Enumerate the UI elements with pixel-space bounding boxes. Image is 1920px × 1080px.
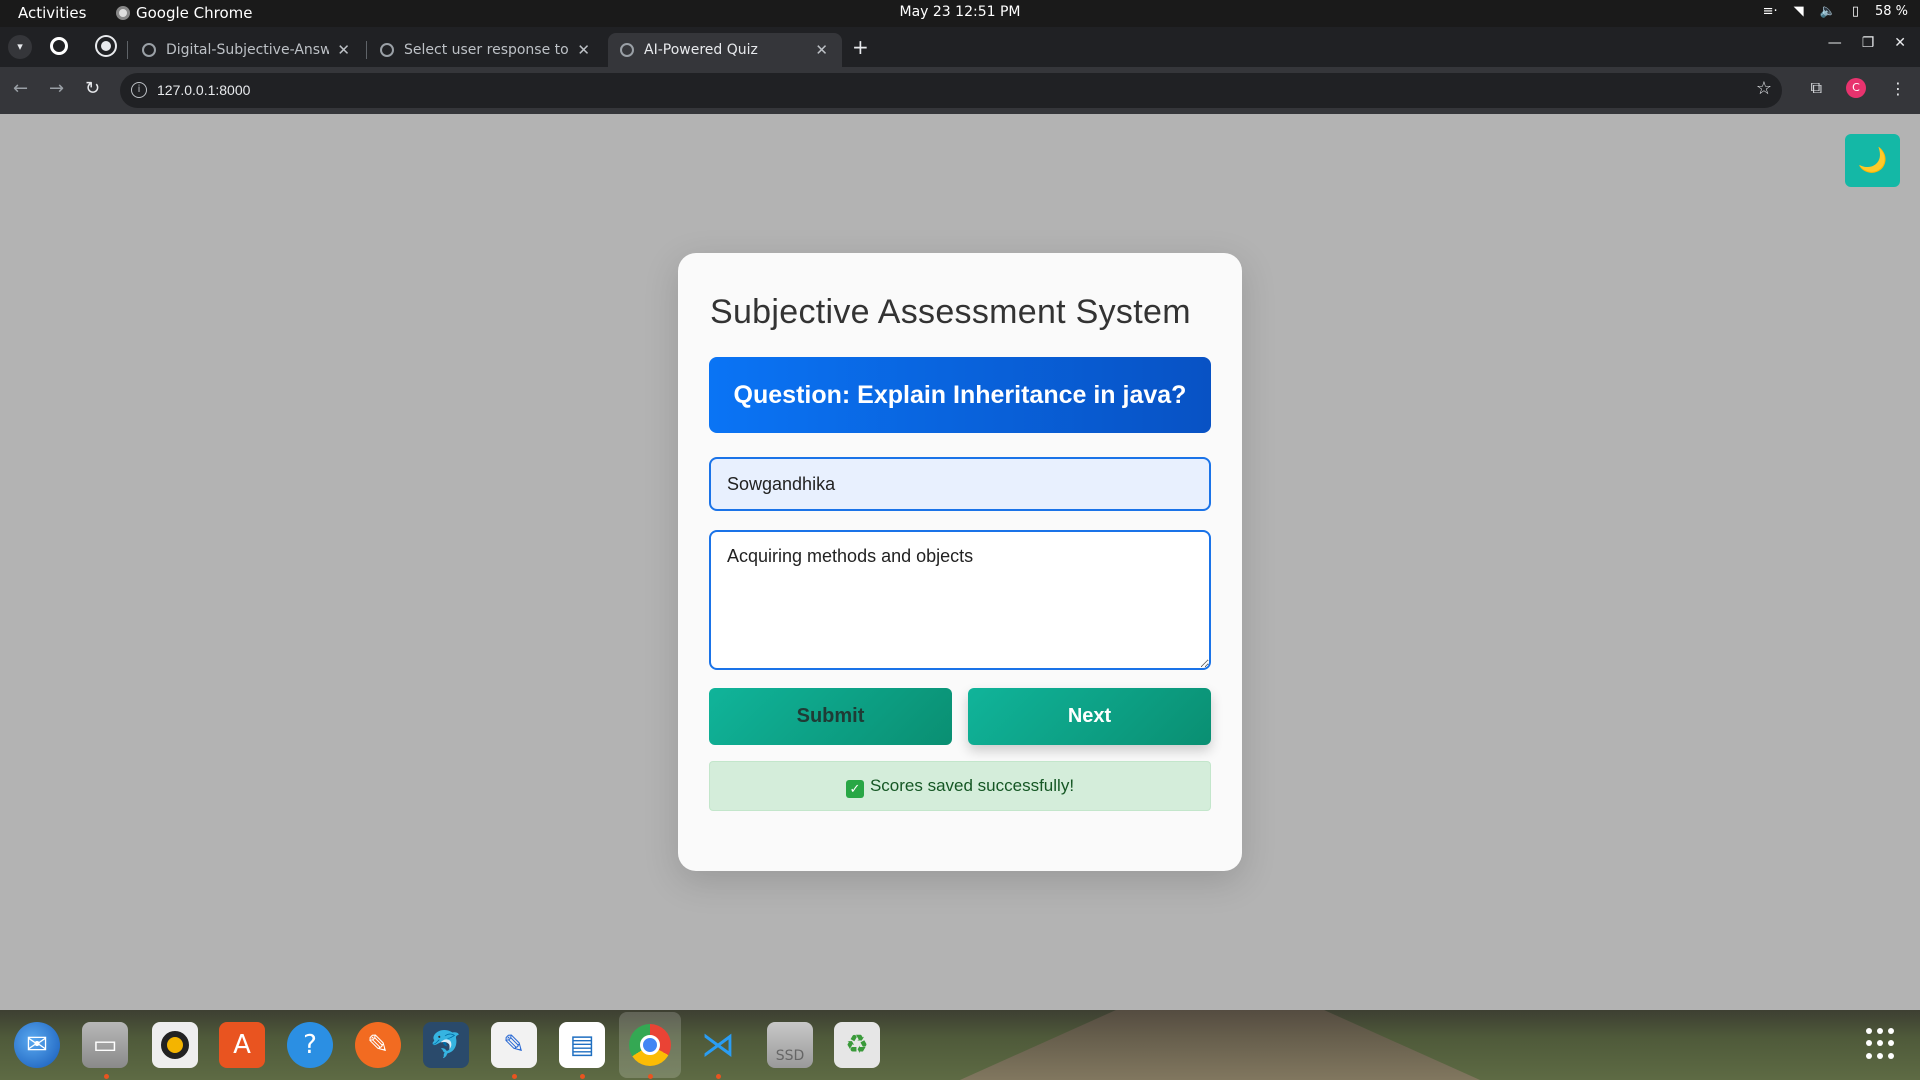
battery-percentage: 58 % xyxy=(1874,4,1908,19)
site-info-icon[interactable]: i xyxy=(131,82,147,98)
maximize-icon[interactable]: ❐ xyxy=(1862,35,1875,51)
tab-ai-powered-quiz[interactable]: AI-Powered Quiz ✕ xyxy=(608,33,842,67)
tab-separator xyxy=(127,41,128,59)
tab-separator xyxy=(366,41,367,59)
battery-icon: ▯ xyxy=(1851,4,1859,19)
browser-tab-strip: ▾ Digital-Subjective-Answe ✕ Select user… xyxy=(0,27,1920,67)
running-indicator xyxy=(580,1074,585,1079)
address-bar[interactable]: i 127.0.0.1:8000 ☆ xyxy=(120,73,1782,108)
system-tray[interactable]: ≡· ◥ 🔈 ▯ 58 % xyxy=(1763,4,1908,19)
thunderbird-icon[interactable]: ✉ xyxy=(14,1022,60,1068)
system-top-bar: Activities Google Chrome May 23 12:51 PM… xyxy=(0,0,1920,27)
chrome-dock-item[interactable] xyxy=(619,1012,681,1078)
extensions-puzzle-icon[interactable]: ⧉ xyxy=(1811,78,1822,98)
answer-textarea[interactable]: Acquiring methods and objects xyxy=(709,530,1211,670)
text-editor-icon[interactable]: ✎ xyxy=(491,1022,537,1068)
running-indicator xyxy=(104,1074,109,1079)
rhythmbox-icon[interactable] xyxy=(152,1022,198,1068)
page-viewport: 🌙 Subjective Assessment System Question:… xyxy=(0,114,1920,1010)
page-title: Subjective Assessment System xyxy=(710,293,1191,331)
globe-icon xyxy=(380,43,394,57)
close-tab-icon[interactable]: ✕ xyxy=(815,41,828,59)
forward-icon[interactable]: → xyxy=(49,78,64,99)
help-icon[interactable]: ? xyxy=(287,1022,333,1068)
libreoffice-writer-icon[interactable]: ▤ xyxy=(559,1022,605,1068)
profile-avatar[interactable]: C xyxy=(1846,78,1866,98)
minimize-icon[interactable]: — xyxy=(1828,35,1842,51)
back-icon[interactable]: ← xyxy=(13,78,28,99)
dock: ✉ ▭ A ? ✎ 🐬 ✎ ▤ ⋊ SSD ♻ xyxy=(0,1010,1920,1080)
tab-title: Select user response to xyxy=(404,42,569,58)
question-banner: Question: Explain Inheritance in java? xyxy=(709,357,1211,433)
reload-icon[interactable]: ↻ xyxy=(85,78,100,99)
more-menu-icon[interactable]: ⋮ xyxy=(1890,79,1906,98)
close-tab-icon[interactable]: ✕ xyxy=(337,41,350,59)
next-button[interactable]: Next xyxy=(968,688,1211,745)
app-center-icon[interactable]: A xyxy=(219,1022,265,1068)
trash-icon[interactable]: ♻ xyxy=(834,1022,880,1068)
running-indicator xyxy=(716,1074,721,1079)
status-text: Scores saved successfully! xyxy=(869,776,1075,795)
chrome-icon xyxy=(629,1024,671,1066)
toolbar-actions: ⧉ C ⋮ xyxy=(1811,78,1906,98)
running-indicator xyxy=(648,1074,653,1079)
running-indicator xyxy=(512,1074,517,1079)
pinned-tab-google[interactable] xyxy=(50,37,68,55)
student-name-input[interactable] xyxy=(709,457,1211,511)
app-menu-label: Google Chrome xyxy=(136,4,253,22)
wifi-icon: ◥ xyxy=(1793,4,1804,19)
files-icon[interactable]: ▭ xyxy=(82,1022,128,1068)
bookmark-star-icon[interactable]: ☆ xyxy=(1756,78,1772,99)
tab-title: AI-Powered Quiz xyxy=(644,42,758,58)
window-controls: — ❐ ✕ xyxy=(1828,35,1906,51)
quiz-card: Subjective Assessment System Question: E… xyxy=(678,253,1242,871)
new-tab-icon[interactable]: + xyxy=(852,35,869,59)
tab-digital-subjective[interactable]: Digital-Subjective-Answe ✕ xyxy=(130,33,364,67)
tab-title: Digital-Subjective-Answe xyxy=(166,42,330,58)
pinned-tab-github[interactable] xyxy=(97,37,115,55)
mysql-workbench-icon[interactable]: 🐬 xyxy=(423,1022,469,1068)
status-message: ✓ Scores saved successfully! xyxy=(709,761,1211,811)
vscode-icon[interactable]: ⋊ xyxy=(695,1022,741,1068)
submit-button[interactable]: Submit xyxy=(709,688,952,745)
close-tab-icon[interactable]: ✕ xyxy=(577,41,590,59)
close-window-icon[interactable]: ✕ xyxy=(1894,35,1906,51)
input-method-icon[interactable]: ≡· xyxy=(1763,4,1778,19)
app-menu[interactable]: Google Chrome xyxy=(116,4,253,22)
activities-button[interactable]: Activities xyxy=(18,4,86,22)
url-text[interactable]: 127.0.0.1:8000 xyxy=(157,82,250,98)
chrome-icon xyxy=(116,6,130,20)
wallpaper-path xyxy=(960,1010,1480,1080)
tab-select-user-response[interactable]: Select user response to ✕ xyxy=(368,33,604,67)
volume-muted-icon: 🔈 xyxy=(1819,4,1836,19)
browser-toolbar: ← → ↻ i 127.0.0.1:8000 ☆ ⧉ C ⋮ xyxy=(0,67,1920,114)
globe-icon xyxy=(142,43,156,57)
check-mark-icon: ✓ xyxy=(845,780,864,798)
tab-search-button[interactable]: ▾ xyxy=(8,35,32,59)
show-apps-grid-icon[interactable] xyxy=(1866,1028,1898,1060)
pen-tool-icon[interactable]: ✎ xyxy=(355,1022,401,1068)
clock[interactable]: May 23 12:51 PM xyxy=(0,4,1920,20)
theme-toggle-button[interactable]: 🌙 xyxy=(1845,134,1900,187)
ssd-drive-icon[interactable]: SSD xyxy=(767,1022,813,1068)
globe-icon xyxy=(620,43,634,57)
